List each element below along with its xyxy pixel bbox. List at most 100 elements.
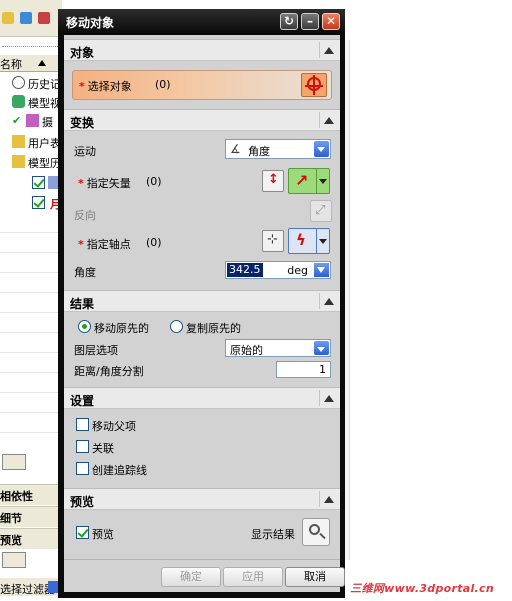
folder-open-icon bbox=[12, 155, 25, 168]
specify-axis-point-count: (0) bbox=[146, 236, 162, 249]
specify-vector-text: 指定矢量 bbox=[86, 177, 131, 190]
settings-section-header[interactable]: 设置 bbox=[64, 387, 340, 409]
select-object-bar[interactable]: * 选择对象 (0) bbox=[72, 70, 332, 100]
resize-edge bbox=[345, 40, 350, 560]
horizontal-scrollbar[interactable] bbox=[2, 552, 26, 568]
row-divider bbox=[0, 372, 62, 373]
cancel-button[interactable]: 取消 bbox=[285, 567, 345, 587]
crosshair-v bbox=[313, 75, 315, 95]
move-parent-checkbox[interactable] bbox=[76, 418, 89, 431]
folder-icon[interactable] bbox=[2, 12, 14, 24]
section-title: 设置 bbox=[70, 394, 95, 408]
tree-item-model-views[interactable]: 模型视 bbox=[0, 93, 62, 111]
dialog-titlebar[interactable]: 移动对象 ↻ – ✕ bbox=[58, 9, 345, 34]
part-icon[interactable] bbox=[38, 12, 50, 24]
crosshair-select-button[interactable] bbox=[301, 73, 327, 97]
transform-section-header[interactable]: 变换 bbox=[64, 109, 340, 131]
reverse-vector-icon[interactable]: ↕ bbox=[262, 170, 284, 192]
chevron-down-icon[interactable] bbox=[314, 141, 329, 157]
angle-icon: ∡ bbox=[230, 142, 241, 156]
specify-axis-point-label: * 指定轴点 bbox=[78, 236, 131, 252]
motion-dropdown[interactable]: 角度 ∡ bbox=[225, 139, 331, 159]
row-divider bbox=[0, 332, 62, 333]
vector-constructor-button[interactable]: ↗ bbox=[288, 168, 330, 194]
move-original-label: 移动原先的 bbox=[94, 322, 149, 335]
select-object-count: (0) bbox=[155, 78, 171, 91]
view-icon[interactable] bbox=[20, 12, 32, 24]
preview-section-header[interactable]: 预览 bbox=[64, 488, 340, 510]
ok-button[interactable]: 确定 bbox=[161, 567, 221, 587]
apply-button[interactable]: 应用 bbox=[223, 567, 283, 587]
point-constructor-button[interactable]: ϟ bbox=[288, 228, 330, 254]
required-star-icon: * bbox=[78, 238, 84, 251]
checkmark-icon: ✔ bbox=[12, 114, 22, 127]
navigator-toolbar bbox=[0, 0, 62, 37]
angle-input[interactable]: 342.5 deg bbox=[225, 261, 331, 279]
tree-item-label: 用户表 bbox=[28, 137, 61, 150]
show-result-button[interactable] bbox=[302, 518, 330, 546]
copy-original-radio[interactable] bbox=[170, 320, 183, 333]
preview-section[interactable]: 预览 bbox=[0, 528, 62, 549]
tree-item-label: 模型视 bbox=[28, 97, 61, 110]
clock-icon bbox=[12, 76, 25, 89]
folder-icon bbox=[12, 135, 25, 148]
distance-angle-split-input[interactable]: 1 bbox=[276, 361, 331, 378]
collapse-chevron-icon[interactable] bbox=[319, 112, 338, 128]
column-header[interactable]: 名称 bbox=[0, 55, 62, 72]
collapse-chevron-icon[interactable] bbox=[319, 491, 338, 507]
section-label: 相依性 bbox=[0, 490, 33, 503]
reset-icon[interactable]: ↻ bbox=[280, 13, 298, 30]
point-dialog-icon[interactable]: ⊹ bbox=[262, 230, 284, 252]
copy-original-label: 复制原先的 bbox=[186, 322, 241, 335]
chevron-down-icon[interactable] bbox=[314, 341, 329, 355]
details-section[interactable]: 细节 bbox=[0, 506, 62, 527]
tree-item-label: 历史记 bbox=[28, 78, 61, 91]
collapse-chevron-icon[interactable] bbox=[319, 390, 338, 406]
chevron-down-icon[interactable] bbox=[316, 169, 329, 193]
angle-label: 角度 bbox=[74, 266, 96, 279]
create-trace-checkbox[interactable] bbox=[76, 462, 89, 475]
associative-checkbox[interactable] bbox=[76, 440, 89, 453]
minimize-icon[interactable]: – bbox=[301, 13, 319, 30]
sort-up-icon[interactable] bbox=[38, 60, 46, 66]
tree-item-feature-2[interactable]: 月 bbox=[0, 194, 62, 212]
camera-icon bbox=[26, 114, 39, 127]
result-section-header[interactable]: 结果 bbox=[64, 290, 340, 312]
close-icon[interactable]: ✕ bbox=[322, 13, 340, 30]
row-divider bbox=[0, 432, 62, 433]
graphics-window bbox=[345, 0, 512, 601]
filter-label: 选择过滤器 bbox=[0, 583, 55, 596]
dependencies-section[interactable]: 相依性 bbox=[0, 484, 62, 505]
move-original-radio[interactable] bbox=[78, 320, 91, 333]
layer-option-dropdown[interactable]: 原始的 bbox=[225, 339, 331, 357]
section-title: 变换 bbox=[70, 116, 95, 130]
horizontal-scrollbar[interactable] bbox=[2, 454, 26, 470]
collapse-chevron-icon[interactable] bbox=[319, 293, 338, 309]
unit-menu-icon[interactable] bbox=[314, 263, 329, 277]
row-divider bbox=[0, 312, 62, 313]
selection-filter[interactable]: 选择过滤器 bbox=[0, 578, 62, 596]
tree-item-user-expressions[interactable]: 用户表 bbox=[0, 133, 62, 151]
row-divider bbox=[0, 392, 62, 393]
vector-arrow-icon: ↗ bbox=[295, 171, 309, 190]
create-trace-label: 创建追踪线 bbox=[92, 464, 147, 477]
collapse-chevron-icon[interactable] bbox=[319, 42, 338, 58]
select-object-label: * 选择对象 bbox=[79, 78, 132, 94]
watermark: 三维网www.3dportal.cn bbox=[350, 582, 494, 595]
preview-checkbox[interactable] bbox=[76, 526, 89, 539]
visibility-checkbox[interactable] bbox=[32, 196, 45, 209]
visibility-checkbox[interactable] bbox=[32, 176, 45, 189]
tree-item-feature-1[interactable] bbox=[0, 174, 62, 192]
select-object-text: 选择对象 bbox=[87, 80, 132, 93]
plus-icon: ⊹ bbox=[267, 232, 278, 247]
required-star-icon: * bbox=[78, 177, 84, 190]
object-section-header[interactable]: 对象 bbox=[64, 39, 340, 61]
magnifier-handle bbox=[319, 532, 326, 540]
chevron-down-icon[interactable] bbox=[316, 229, 329, 253]
tree-item-model-history[interactable]: 模型历 bbox=[0, 153, 62, 171]
reverse-direction-label: 反向 bbox=[74, 209, 96, 222]
tree-item-history[interactable]: 历史记 bbox=[0, 74, 62, 92]
tree-item-camera[interactable]: ✔ 摄 bbox=[0, 112, 62, 130]
reverse-direction-button[interactable]: ⤢ bbox=[310, 200, 332, 222]
section-label: 细节 bbox=[0, 512, 22, 525]
